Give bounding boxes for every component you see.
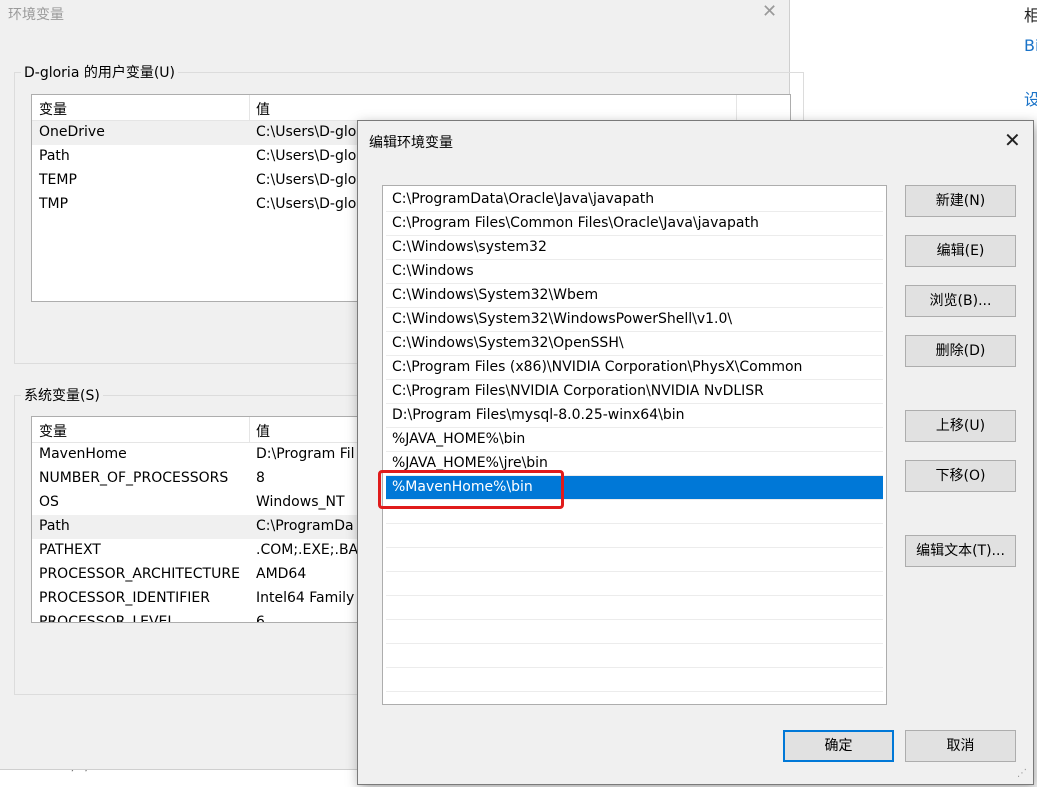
- edit-button[interactable]: 编辑(E): [905, 235, 1016, 267]
- path-entry[interactable]: C:\Windows\System32\OpenSSH\: [386, 332, 883, 356]
- env-dialog-title: 环境变量: [8, 7, 64, 23]
- system-column-value[interactable]: 值: [256, 421, 270, 441]
- column-divider[interactable]: [249, 95, 250, 121]
- path-entry[interactable]: C:\ProgramData\Oracle\Java\javapath: [386, 188, 883, 212]
- empty-path-row[interactable]: [386, 620, 883, 644]
- variable-name: TEMP: [39, 172, 77, 188]
- variable-name: OneDrive: [39, 124, 105, 140]
- user-column-value[interactable]: 值: [256, 99, 270, 119]
- variable-value: 8: [256, 470, 265, 486]
- empty-path-row[interactable]: [386, 524, 883, 548]
- move-up-button[interactable]: 上移(U): [905, 410, 1016, 442]
- new-button[interactable]: 新建(N): [905, 185, 1016, 217]
- empty-path-row[interactable]: [386, 548, 883, 572]
- variable-value: C:\Users\D-glo: [256, 172, 357, 188]
- variable-value: D:\Program Fil: [256, 446, 355, 462]
- variable-value: C:\Users\D-glo: [256, 196, 357, 212]
- variable-value: C:\Users\D-glo: [256, 124, 357, 140]
- path-entry-selected[interactable]: %MavenHome%\bin: [386, 476, 883, 500]
- path-entry[interactable]: C:\Program Files (x86)\NVIDIA Corporatio…: [386, 356, 883, 380]
- empty-path-row[interactable]: [386, 644, 883, 668]
- move-down-button[interactable]: 下移(O): [905, 460, 1016, 492]
- empty-path-row[interactable]: [386, 572, 883, 596]
- path-entry[interactable]: C:\Windows\System32\Wbem: [386, 284, 883, 308]
- column-divider[interactable]: [736, 95, 737, 121]
- path-entries-list[interactable]: C:\ProgramData\Oracle\Java\javapath C:\P…: [382, 185, 887, 705]
- variable-name: Path: [39, 518, 70, 534]
- path-entry[interactable]: D:\Program Files\mysql-8.0.25-winx64\bin: [386, 404, 883, 428]
- background-link-1[interactable]: Bi: [1024, 36, 1037, 55]
- path-entry[interactable]: C:\Windows\system32: [386, 236, 883, 260]
- variable-value: C:\ProgramDa: [256, 518, 354, 534]
- empty-path-row[interactable]: [386, 596, 883, 620]
- user-column-variable[interactable]: 变量: [39, 99, 67, 119]
- edit-dialog-title: 编辑环境变量: [369, 135, 453, 151]
- path-entry[interactable]: C:\Program Files\Common Files\Oracle\Jav…: [386, 212, 883, 236]
- variable-name: PROCESSOR_LEVEL: [39, 614, 176, 623]
- user-list-header: 变量 值: [32, 95, 790, 121]
- env-dialog-close-icon[interactable]: ✕: [762, 1, 777, 22]
- path-entry[interactable]: C:\Windows\System32\WindowsPowerShell\v1…: [386, 308, 883, 332]
- empty-path-row[interactable]: [386, 668, 883, 692]
- variable-value: C:\Users\D-glo: [256, 148, 357, 164]
- cancel-button[interactable]: 取消: [905, 730, 1016, 762]
- path-entry[interactable]: %JAVA_HOME%\jre\bin: [386, 452, 883, 476]
- variable-value: AMD64: [256, 566, 307, 582]
- empty-path-row[interactable]: [386, 500, 883, 524]
- variable-name: NUMBER_OF_PROCESSORS: [39, 470, 229, 486]
- variable-name: PROCESSOR_IDENTIFIER: [39, 590, 210, 606]
- system-column-variable[interactable]: 变量: [39, 421, 67, 441]
- variable-name: PATHEXT: [39, 542, 101, 558]
- variable-name: PROCESSOR_ARCHITECTURE: [39, 566, 240, 582]
- variable-name: Path: [39, 148, 70, 164]
- edit-environment-variable-dialog: 编辑环境变量 ✕ C:\ProgramData\Oracle\Java\java…: [357, 120, 1034, 785]
- user-variables-label: D-gloria 的用户变量(U): [21, 62, 179, 82]
- edit-dialog-close-icon[interactable]: ✕: [1004, 128, 1021, 152]
- variable-name: TMP: [39, 196, 69, 212]
- browse-button[interactable]: 浏览(B)...: [905, 285, 1016, 317]
- path-entry[interactable]: C:\Windows: [386, 260, 883, 284]
- path-entry[interactable]: C:\Program Files\NVIDIA Corporation\NVID…: [386, 380, 883, 404]
- system-variables-label: 系统变量(S): [21, 385, 103, 405]
- resize-grip-icon[interactable]: ⋰: [1017, 768, 1029, 780]
- column-divider[interactable]: [249, 417, 250, 443]
- delete-button[interactable]: 删除(D): [905, 335, 1016, 367]
- ok-button[interactable]: 确定: [783, 730, 894, 762]
- background-link-2[interactable]: 设: [1024, 86, 1037, 110]
- edit-text-button[interactable]: 编辑文本(T)...: [905, 535, 1016, 567]
- variable-name: MavenHome: [39, 446, 127, 462]
- background-text-1: 相: [1024, 6, 1037, 25]
- variable-value: Intel64 Family: [256, 590, 355, 606]
- variable-value: 6: [256, 614, 265, 623]
- variable-name: OS: [39, 494, 59, 510]
- path-entry[interactable]: %JAVA_HOME%\bin: [386, 428, 883, 452]
- variable-value: .COM;.EXE;.BA: [256, 542, 359, 558]
- variable-value: Windows_NT: [256, 494, 345, 510]
